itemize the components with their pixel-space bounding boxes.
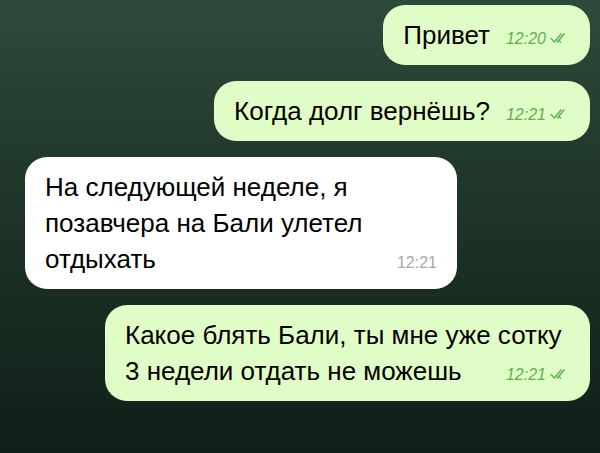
message-list: Привет12:20 Когда долг вернёшь?12:21 На сл… (0, 0, 600, 401)
message-row: Когда долг вернёшь?12:21 (0, 81, 600, 141)
message-time: 12:21 (397, 253, 437, 273)
message-text: Привет12:20 (403, 17, 570, 53)
message-row: Какое блять Бали, ты мне уже сотку 3 нед… (0, 305, 600, 401)
message-row: На следующей неделе, я позавчера на Бали… (0, 157, 600, 289)
read-ticks-icon (550, 108, 570, 120)
message-text: Какое блять Бали, ты мне уже сотку 3 нед… (125, 317, 570, 389)
outgoing-message-bubble[interactable]: Привет12:20 (383, 5, 590, 65)
read-ticks-icon (550, 368, 570, 380)
message-row: Привет12:20 (0, 5, 600, 65)
read-ticks-icon (550, 32, 570, 44)
outgoing-message-bubble[interactable]: Какое блять Бали, ты мне уже сотку 3 нед… (105, 305, 590, 401)
chat-screen: Привет12:20 Когда долг вернёшь?12:21 На сл… (0, 0, 600, 453)
incoming-message-bubble[interactable]: На следующей неделе, я позавчера на Бали… (25, 157, 457, 289)
outgoing-message-bubble[interactable]: Когда долг вернёшь?12:21 (214, 81, 590, 141)
message-text: Когда долг вернёшь?12:21 (234, 93, 570, 129)
message-text: На следующей неделе, я позавчера на Бали… (45, 169, 437, 277)
message-time: 12:21 (506, 365, 570, 385)
message-time: 12:21 (506, 105, 570, 125)
message-time: 12:20 (506, 29, 570, 49)
